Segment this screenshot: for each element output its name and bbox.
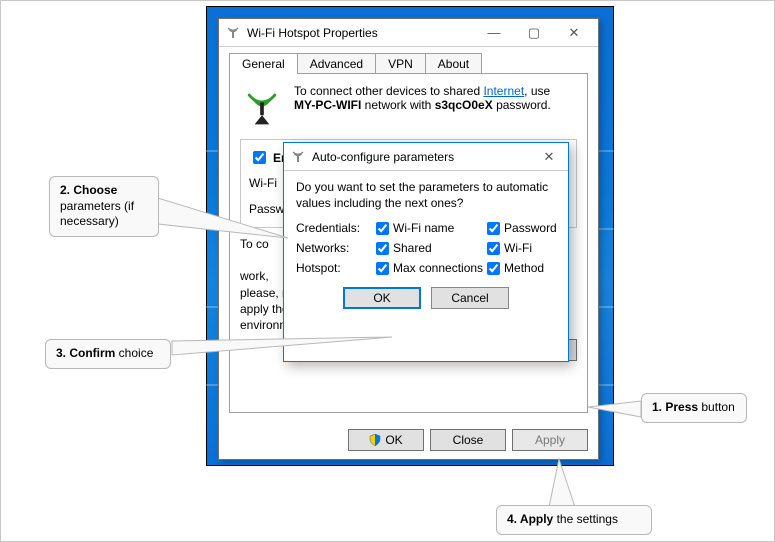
antenna-icon (290, 149, 306, 165)
dialog-title: Auto-configure parameters (312, 150, 534, 164)
tab-bar: General Advanced VPN About (229, 53, 588, 74)
window-title: Wi-Fi Hotspot Properties (247, 26, 474, 40)
maximize-button[interactable]: ▢ (514, 20, 554, 46)
tab-advanced[interactable]: Advanced (297, 53, 376, 74)
dialog-cancel-button[interactable]: Cancel (431, 287, 509, 309)
checkbox-password[interactable]: Password (487, 221, 557, 235)
checkbox-method[interactable]: Method (487, 261, 557, 275)
row-label-networks: Networks: (296, 241, 372, 255)
row-label-hotspot: Hotspot: (296, 261, 372, 275)
info-text: To connect other devices to shared Inter… (294, 84, 551, 112)
window-titlebar[interactable]: Wi-Fi Hotspot Properties — ▢ ✕ (219, 19, 598, 47)
ok-button[interactable]: OK (348, 429, 424, 451)
tab-general[interactable]: General (229, 53, 298, 74)
apply-button[interactable]: Apply (512, 429, 588, 451)
callout-2: 2. Choose parameters (if necessary) (49, 176, 159, 237)
close-button[interactable]: ✕ (554, 20, 594, 46)
callout-3: 3. Confirm choice (45, 339, 171, 369)
tab-about[interactable]: About (425, 53, 482, 74)
dialog-ok-button[interactable]: OK (343, 287, 421, 309)
dialog-options-grid: Credentials: Wi-Fi name Password Network… (296, 221, 556, 275)
close-window-button[interactable]: Close (430, 429, 506, 451)
checkbox-shared[interactable]: Shared (376, 241, 483, 255)
callout-1: 1. Press button (641, 393, 747, 423)
checkbox-max-connections[interactable]: Max connections (376, 261, 483, 275)
callout-4: 4. Apply the settings (496, 505, 652, 535)
minimize-button[interactable]: — (474, 20, 514, 46)
internet-link[interactable]: Internet (483, 84, 524, 98)
tab-vpn[interactable]: VPN (375, 53, 426, 74)
shield-icon (369, 434, 381, 446)
hotspot-icon (240, 84, 284, 131)
checkbox-wifi-name[interactable]: Wi-Fi name (376, 221, 483, 235)
antenna-icon (225, 25, 241, 41)
window-button-row: OK Close Apply (229, 429, 588, 451)
dialog-question: Do you want to set the parameters to aut… (296, 179, 556, 211)
auto-configure-dialog: Auto-configure parameters ✕ Do you want … (283, 142, 569, 362)
dialog-close-button[interactable]: ✕ (534, 144, 564, 170)
checkbox-wifi[interactable]: Wi-Fi (487, 241, 557, 255)
row-label-credentials: Credentials: (296, 221, 372, 235)
